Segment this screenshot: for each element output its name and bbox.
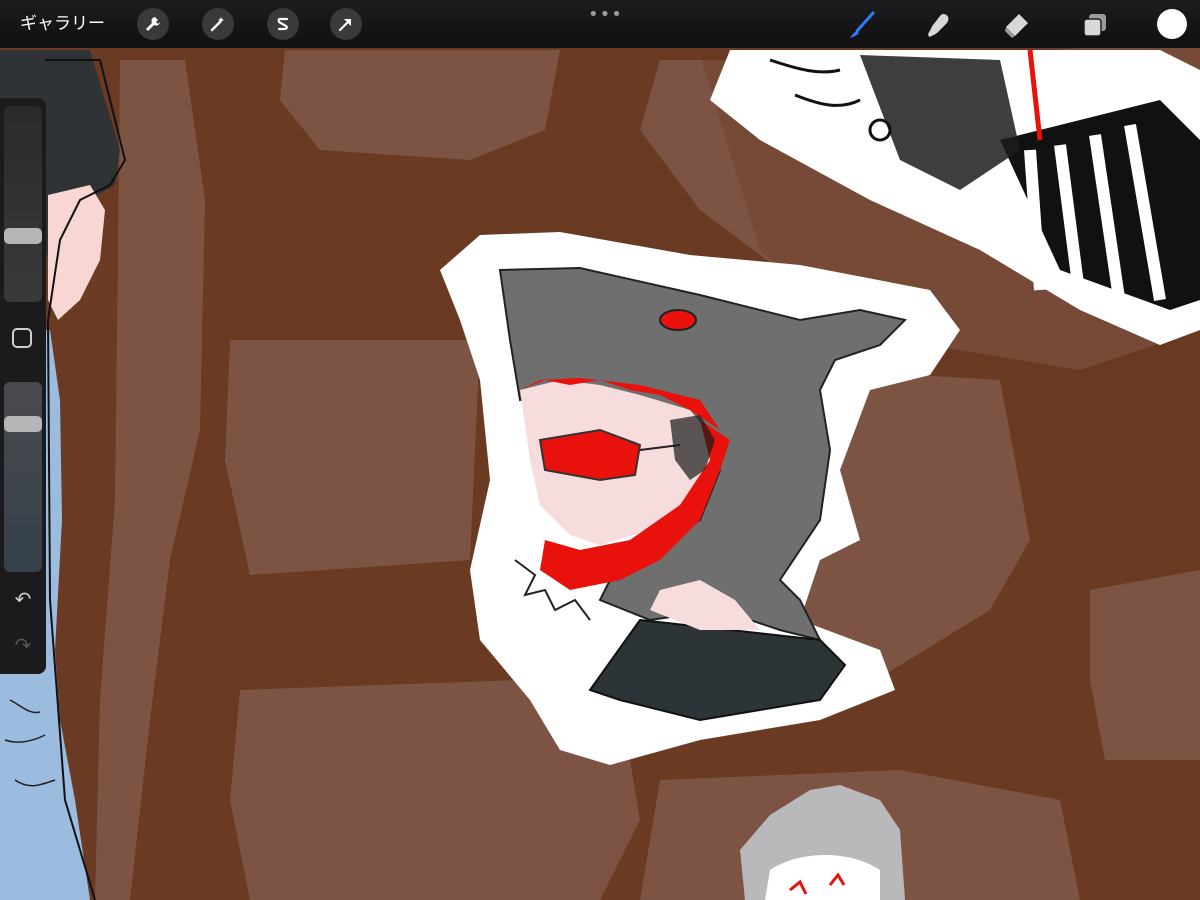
modify-button[interactable] — [12, 328, 32, 348]
opacity-thumb[interactable] — [4, 416, 42, 432]
brush-size-slider[interactable] — [4, 106, 42, 302]
drawing-canvas[interactable] — [0, 0, 1200, 900]
eraser-icon[interactable] — [1000, 8, 1034, 42]
redo-icon[interactable]: ↷ — [10, 634, 36, 656]
wrench-icon[interactable] — [137, 8, 169, 40]
brush-size-thumb[interactable] — [4, 228, 42, 244]
undo-icon[interactable]: ↶ — [10, 588, 36, 610]
color-picker-swatch[interactable] — [1157, 9, 1187, 39]
top-toolbar: ギャラリー ••• — [0, 0, 1200, 48]
smudge-icon[interactable] — [922, 8, 956, 42]
more-dots-icon[interactable]: ••• — [588, 4, 623, 25]
brush-icon[interactable] — [845, 8, 879, 42]
magic-wand-icon[interactable] — [202, 8, 234, 40]
transform-arrow-icon[interactable] — [330, 8, 362, 40]
selection-s-icon[interactable] — [267, 8, 299, 40]
left-sidebar: ↶ ↷ — [0, 98, 46, 674]
gallery-button[interactable]: ギャラリー — [20, 12, 105, 36]
layers-icon[interactable] — [1078, 8, 1112, 42]
opacity-slider[interactable] — [4, 382, 42, 572]
